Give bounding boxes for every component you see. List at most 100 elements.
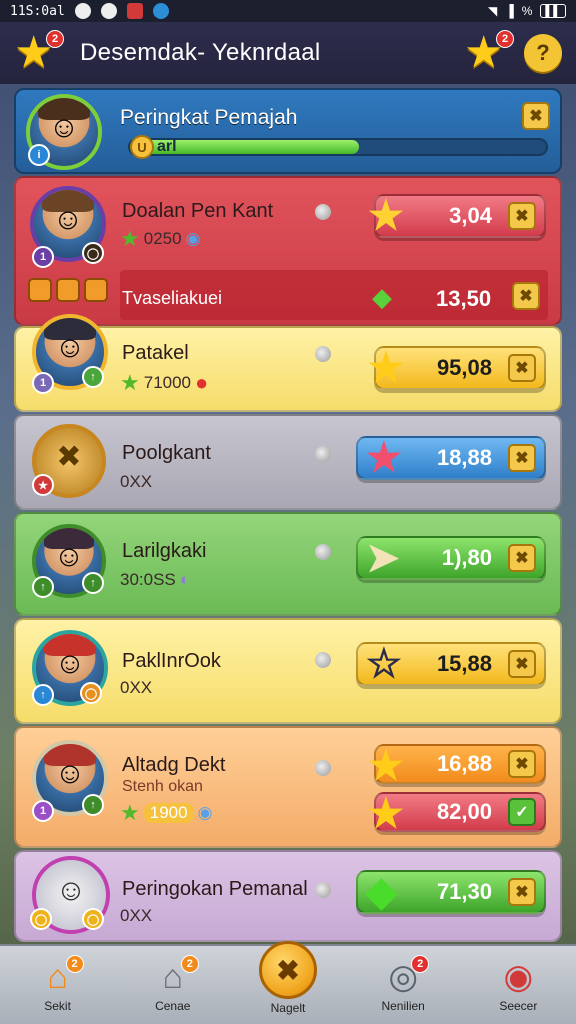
list-item[interactable]: ☺ ◯ ◯ Peringokan Pemanal 0XX ◆ 71,30 ✖ — [14, 850, 562, 942]
player-title: Peringkat Pemajah — [120, 106, 298, 129]
value-text: 18,88 — [436, 445, 492, 470]
player-score: 30:0SS — [120, 570, 176, 589]
nav-label: Nenilien — [381, 999, 425, 1013]
nav-label: Sekit — [44, 999, 71, 1013]
list-item[interactable]: ✖ ★ Poolgkant 0XX ★ 18,88 ✖ — [14, 414, 562, 510]
wifi-icon: ◥ — [487, 4, 498, 18]
value-pill[interactable]: ★ 16,88 ✖ — [368, 744, 546, 788]
red-star-icon: ★ — [366, 436, 402, 480]
coin-badge: ◯ — [82, 908, 104, 930]
red-orb-icon: ● — [195, 370, 209, 395]
bottom-nav: ⌂ 2 Sekit ⌂ 2 Cenae ✖ Nagelt ◎ 2 Nenilie… — [0, 941, 576, 1024]
signal-text: % — [521, 4, 533, 18]
close-button[interactable]: ✖ — [508, 878, 536, 906]
value-pill[interactable]: ★ 95,08 ✖ — [368, 346, 546, 390]
player-name: Patakel — [122, 342, 189, 364]
close-button[interactable]: ✖ — [508, 650, 536, 678]
green-star-icon: ★ — [120, 226, 140, 251]
achievements-button[interactable]: ★ 2 — [14, 30, 64, 76]
up-badge: ↑ — [82, 794, 104, 816]
list-item[interactable]: ☺ ↑ ◯ PaklInrOok 0XX ☆ 15,88 ✖ — [14, 618, 562, 724]
nav-missions[interactable]: ◎ 2 Nenilien — [353, 955, 453, 1013]
player-name: PaklInrOok — [122, 650, 221, 672]
value-pill[interactable]: ★ 18,88 ✖ — [356, 436, 546, 480]
close-button[interactable]: ✖ — [508, 750, 536, 778]
top-bar: ★ 2 Desemdak- Yeknrdaal ★ 2 ? — [0, 22, 576, 84]
coin-badge: ◯ — [30, 908, 52, 930]
chat-icon — [100, 3, 117, 19]
close-button[interactable]: ✖ — [508, 354, 536, 382]
status-time: 11S:0al — [10, 3, 65, 19]
player-score: 0250 — [143, 229, 182, 248]
value-text: 1),80 — [441, 545, 492, 570]
green-gem-icon: ◆ — [372, 282, 392, 312]
close-button[interactable]: ✖ — [508, 544, 536, 572]
close-button[interactable]: ✖ — [508, 444, 536, 472]
magnet-icon: ◐ — [179, 570, 191, 589]
value-text: 16,88 — [436, 751, 492, 776]
player-name: Doalan Pen Kant — [122, 200, 274, 222]
sub-row-name: Tvaseliakuei — [122, 288, 223, 308]
close-button[interactable]: ✖ — [512, 282, 540, 310]
medal-strip — [28, 278, 108, 302]
list-item[interactable]: ☺ 1 ↑ Patakel ★ 71000 ● ★ 95,08 ✖ — [14, 314, 562, 412]
star-icon: ★ — [368, 792, 404, 836]
outline-star-icon: ☆ — [366, 642, 402, 686]
badge: ★ — [32, 474, 54, 496]
player-score: 71000 — [143, 373, 192, 392]
help-button[interactable]: ? — [524, 34, 562, 72]
close-button[interactable]: ✖ — [522, 102, 550, 130]
signal-icon: ▐ — [505, 4, 514, 18]
value-text: 71,30 — [436, 879, 492, 904]
level-badge: 1 — [32, 246, 54, 268]
coin-badge: ◯ — [80, 682, 102, 704]
coin-icon: U — [130, 135, 154, 159]
value-text: 82,00 — [436, 799, 492, 824]
nav-shop[interactable]: ⌂ 2 Cenae — [123, 955, 223, 1013]
close-button[interactable]: ✖ — [508, 202, 536, 230]
shield-icon: ◉ — [197, 803, 213, 822]
plane-icon: ➤ — [366, 536, 400, 580]
face-icon: ☺ — [48, 110, 80, 144]
notification-badge: 2 — [411, 955, 430, 973]
nav-battle[interactable]: ✖ Nagelt — [238, 941, 338, 1015]
notification-badge: 2 — [496, 30, 514, 48]
value-pill[interactable]: ☆ 15,88 ✖ — [356, 642, 546, 686]
list-item[interactable]: ☺ 1 ↑ Altadg Dekt Stenh okan ★ 1900 ◉ ★ … — [14, 726, 562, 848]
help-icon: ? — [536, 40, 550, 65]
player-name: Altadg Dekt — [122, 754, 226, 776]
value-pill[interactable]: ★ 3,04 ✖ — [368, 194, 546, 238]
list-item[interactable]: ☺ ↑ ↑ Larilgkaki 30:0SS ◐ ➤ 1),80 ✖ — [14, 512, 562, 616]
star-icon: ★ — [368, 346, 404, 390]
star-icon: ★ — [368, 744, 404, 788]
nav-label: Cenae — [155, 999, 191, 1013]
confirm-button[interactable]: ✓ — [508, 798, 536, 826]
value-text: 3,04 — [449, 203, 492, 228]
player-name: Peringokan Pemanal — [122, 878, 308, 900]
list-item[interactable]: ☺ 1 ◯ Doalan Pen Kant ★ 0250 ◉ ★ 3,04 ✖ … — [14, 176, 562, 326]
player-subtitle: Stenh okan — [122, 778, 203, 795]
up-badge: ↑ — [32, 576, 54, 598]
youtube-icon — [126, 3, 143, 19]
value-pill[interactable]: ◆ 71,30 ✖ — [356, 870, 546, 914]
notification-badge: 2 — [46, 30, 64, 48]
nav-home[interactable]: ⌂ 2 Sekit — [8, 955, 108, 1013]
green-star-icon: ★ — [120, 370, 140, 395]
sword-icon: ★ — [368, 194, 404, 238]
coin-badge: ◯ — [82, 242, 104, 264]
gem-icon: ◆ — [366, 870, 397, 914]
nav-label: Seecer — [499, 999, 538, 1013]
rewards-button[interactable]: ★ 2 — [464, 30, 514, 76]
value-pill[interactable]: ➤ 1),80 ✖ — [356, 536, 546, 580]
value-pill-secondary[interactable]: ★ 82,00 ✓ — [368, 792, 546, 836]
status-bar: 11S:0al ◥ ▐ % ▌▌ — [0, 0, 576, 22]
player-score: 0XX — [120, 472, 153, 491]
player-name: Larilgkaki — [122, 540, 207, 562]
xp-bar: Uarl — [128, 135, 548, 159]
battle-icon: ✖ — [258, 941, 317, 999]
green-star-icon: ★ — [120, 800, 140, 825]
nav-label: Nagelt — [270, 1001, 306, 1015]
notification-icon — [74, 3, 91, 19]
nav-settings[interactable]: ◉ Seecer — [468, 957, 568, 1013]
settings-icon: ◉ — [503, 958, 534, 996]
